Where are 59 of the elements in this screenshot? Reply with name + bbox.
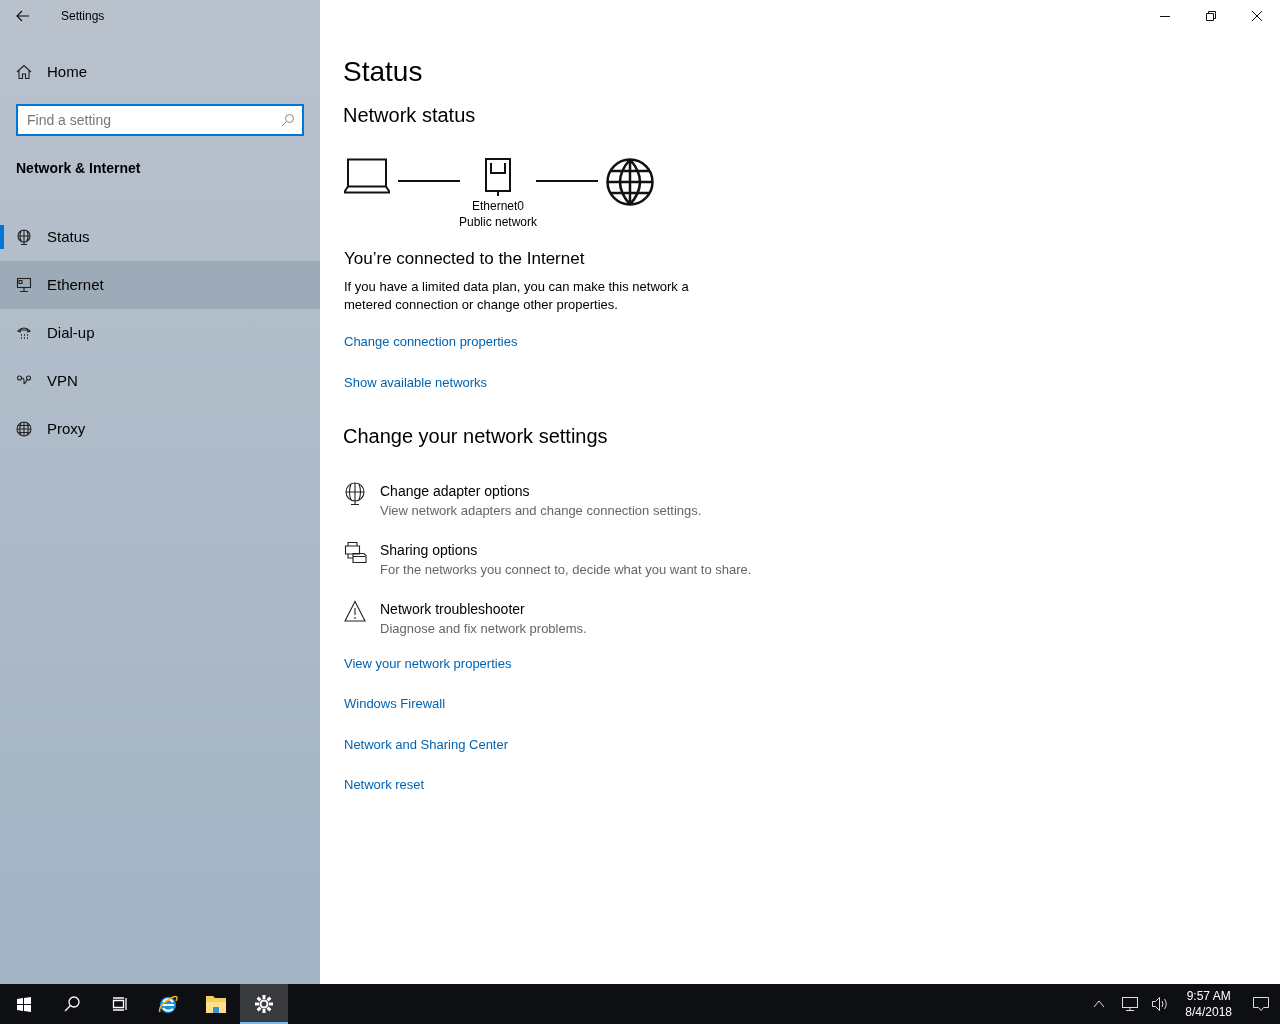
settings-icon: [254, 994, 274, 1014]
connector-line: [398, 180, 460, 182]
section-heading: Network & Internet: [16, 159, 142, 178]
connector-line: [536, 180, 598, 182]
network-adapter-icon: [485, 158, 511, 198]
minimize-icon: [1160, 15, 1170, 17]
search-icon: [281, 113, 295, 127]
taskbar-button[interactable]: [240, 984, 288, 1024]
link[interactable]: Change connection properties: [344, 331, 518, 351]
warning-icon: [344, 599, 368, 624]
globe-monitor-icon: [344, 481, 368, 506]
option-title[interactable]: Network troubleshooter: [380, 599, 525, 618]
link[interactable]: Network reset: [344, 775, 425, 795]
search-field[interactable]: Find a setting: [16, 104, 304, 136]
option-description: View network adapters and change connection settings.: [380, 501, 702, 520]
page-title: Status: [343, 55, 424, 89]
connection-heading: You’re connected to the Internet: [344, 248, 586, 270]
adapter-name: Ethernet0: [471, 198, 524, 214]
clock-time: 9:57 AM: [1186, 988, 1231, 1004]
windows-logo-icon: [16, 996, 32, 1012]
connection-description: If you have a limited data plan, you can make this network a metered connection or change other properties.: [344, 277, 690, 314]
globe-monitor-icon: [16, 229, 32, 245]
search-icon: [64, 996, 80, 1012]
home-link[interactable]: Home: [0, 48, 320, 96]
link[interactable]: Network and Sharing Center: [344, 734, 509, 754]
folder-icon: [205, 993, 227, 1015]
notification-icon[interactable]: [1252, 995, 1270, 1013]
laptop-icon: [344, 158, 390, 194]
volume-icon[interactable]: [1151, 996, 1170, 1012]
link[interactable]: Show available networks: [344, 373, 488, 393]
link[interactable]: Windows Firewall: [344, 694, 446, 714]
nav-item[interactable]: VPN: [0, 357, 320, 405]
phone-icon: [16, 325, 32, 341]
close-icon: [1252, 11, 1262, 21]
section-heading: Network status: [343, 103, 477, 128]
chevron-up-icon[interactable]: [1093, 1000, 1106, 1008]
nav-item[interactable]: Ethernet: [0, 261, 320, 309]
back-arrow-icon: [16, 10, 30, 22]
globe-icon: [606, 158, 654, 206]
globe-icon: [16, 421, 32, 437]
section-heading: Change your network settings: [343, 423, 609, 449]
restore-icon: [1206, 11, 1216, 21]
link[interactable]: View your network properties: [344, 653, 512, 673]
monitor-icon: [16, 277, 32, 293]
nav-item[interactable]: Dial-up: [0, 309, 320, 357]
task-view-icon: [112, 996, 128, 1012]
home-icon: [16, 64, 32, 80]
window-title: Settings: [61, 8, 105, 25]
network-icon[interactable]: [1121, 996, 1140, 1012]
option-description: Diagnose and fix network problems.: [380, 619, 587, 638]
option-title[interactable]: Sharing options: [380, 540, 478, 559]
option-title[interactable]: Change adapter options: [380, 481, 530, 500]
option-description: For the networks you connect to, decide what you want to share.: [380, 560, 752, 579]
nav-item[interactable]: Status: [0, 213, 320, 261]
browser-e-icon: [157, 993, 179, 1015]
network-type: Public network: [458, 214, 537, 230]
clock-date: 8/4/2018: [1185, 1004, 1232, 1020]
nav-item[interactable]: Proxy: [0, 405, 320, 453]
printer-folder-icon: [344, 540, 368, 565]
